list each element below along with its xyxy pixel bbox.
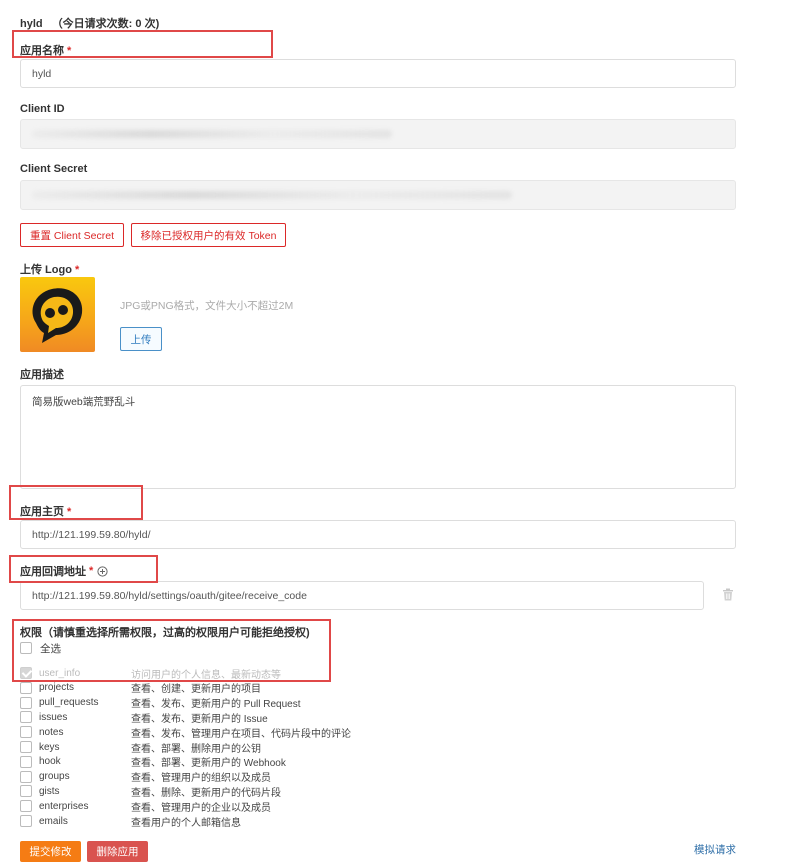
logo-label: 上传 Logo * xyxy=(20,261,79,277)
scope-row[interactable]: keys 查看、部署、删除用户的公钥 xyxy=(20,740,400,755)
app-name-label: 应用名称 * xyxy=(20,42,71,58)
scope-checkbox[interactable] xyxy=(20,770,32,783)
scope-row[interactable]: gists 查看、删除、更新用户的代码片段 xyxy=(20,784,400,799)
app-name-input[interactable]: hyld xyxy=(20,59,736,88)
scope-checkbox[interactable] xyxy=(20,815,32,827)
scope-description: 访问用户的个人信息、最新动态等 xyxy=(131,669,281,681)
scope-description: 查看、创建、更新用户的项目 xyxy=(131,684,261,696)
callback-label: 应用回调地址 * xyxy=(20,563,108,579)
reset-client-secret-button[interactable]: 重置 Client Secret xyxy=(20,223,124,247)
permissions-label: 权限（请慎重选择所需权限，过高的权限用户可能拒绝授权) xyxy=(20,627,310,639)
scope-row[interactable]: pull_requests 查看、发布、更新用户的 Pull Request xyxy=(20,696,400,710)
scope-checkbox xyxy=(20,667,32,679)
checkbox[interactable] xyxy=(20,642,32,654)
scope-row[interactable]: issues 查看、发布、更新用户的 Issue xyxy=(20,710,400,725)
circle-plus-icon[interactable] xyxy=(97,565,108,577)
select-all-checkbox[interactable]: 全选 xyxy=(20,641,61,655)
scope-checkbox[interactable] xyxy=(20,755,32,768)
simulate-request-link[interactable]: 模拟请求 xyxy=(694,842,736,857)
delete-app-button[interactable]: 删除应用 xyxy=(87,841,148,862)
homepage-input[interactable]: http://121.199.59.80/hyld/ xyxy=(20,520,736,549)
scope-description: 查看、发布、管理用户在项目、代码片段中的评论 xyxy=(131,728,351,740)
scope-name: issues xyxy=(39,711,68,723)
callback-url-input[interactable]: http://121.199.59.80/hyld/settings/oauth… xyxy=(20,581,704,610)
scope-checkbox[interactable] xyxy=(20,785,32,798)
app-logo xyxy=(20,277,95,352)
scope-checkbox[interactable] xyxy=(20,696,32,709)
scope-description: 查看、管理用户的组织以及成员 xyxy=(131,773,271,785)
callback-url-value: http://121.199.59.80/hyld/settings/oauth… xyxy=(32,589,307,602)
scope-checkbox[interactable] xyxy=(20,681,32,694)
scope-description: 查看、部署、删除用户的公钥 xyxy=(131,743,261,755)
callback-label-text: 应用回调地址 xyxy=(20,566,86,578)
required-mark: * xyxy=(67,45,72,57)
client-secret-field[interactable] xyxy=(20,180,736,210)
logo-label-text: 上传 Logo xyxy=(20,264,72,276)
scope-name: groups xyxy=(39,771,70,783)
app-name-label-text: 应用名称 xyxy=(20,45,64,57)
scope-name: pull_requests xyxy=(39,697,99,709)
homepage-value: http://121.199.59.80/hyld/ xyxy=(32,528,151,541)
app-name-value: hyld xyxy=(32,67,52,80)
client-id-field[interactable] xyxy=(20,119,736,149)
scope-description: 查看、删除、更新用户的代码片段 xyxy=(131,787,281,799)
scope-row[interactable]: hook 查看、部署、更新用户的 Webhook xyxy=(20,755,400,769)
scope-description: 查看、管理用户的企业以及成员 xyxy=(131,802,271,814)
scope-description: 查看、部署、更新用户的 Webhook xyxy=(131,758,286,770)
logo-hint: JPG或PNG格式，文件大小不超过2M xyxy=(120,300,294,312)
scope-checkbox[interactable] xyxy=(20,711,32,724)
scope-row[interactable]: projects 查看、创建、更新用户的项目 xyxy=(20,681,400,695)
scope-checkbox[interactable] xyxy=(20,726,32,739)
description-label: 应用描述 xyxy=(20,369,64,381)
app-title: hyld xyxy=(20,18,43,30)
scope-description: 查看、发布、更新用户的 Issue xyxy=(131,713,268,725)
client-secret-label: Client Secret xyxy=(20,163,88,175)
scope-checkbox[interactable] xyxy=(20,741,32,753)
required-mark: * xyxy=(67,506,72,518)
scope-name: user_info xyxy=(39,667,81,679)
revoke-tokens-button[interactable]: 移除已授权用户的有效 Token xyxy=(131,223,286,247)
trash-icon[interactable] xyxy=(722,588,734,604)
request-count: （今日请求次数: 0 次) xyxy=(51,18,160,30)
scope-description: 查看、发布、更新用户的 Pull Request xyxy=(131,699,301,711)
page-title: hyld （今日请求次数: 0 次) xyxy=(20,15,159,31)
scope-name: keys xyxy=(39,741,60,753)
client-id-label: Client ID xyxy=(20,103,65,115)
required-mark: * xyxy=(74,264,80,276)
description-textarea[interactable]: 简易版web端荒野乱斗 xyxy=(20,385,736,489)
scope-name: hook xyxy=(39,756,61,768)
scope-name: notes xyxy=(39,726,64,738)
scope-name: emails xyxy=(39,815,68,827)
client-secret-redacted xyxy=(32,191,512,199)
scope-row[interactable]: enterprises 查看、管理用户的企业以及成员 xyxy=(20,799,400,814)
select-all-label: 全选 xyxy=(40,642,61,655)
client-id-redacted xyxy=(32,130,392,138)
scope-row[interactable]: notes 查看、发布、管理用户在项目、代码片段中的评论 xyxy=(20,725,400,740)
homepage-label: 应用主页 * xyxy=(20,503,71,519)
scope-name: projects xyxy=(39,682,75,694)
homepage-label-text: 应用主页 xyxy=(20,506,64,518)
scope-description: 查看用户的个人邮箱信息 xyxy=(131,817,241,829)
scope-row[interactable]: groups 查看、管理用户的组织以及成员 xyxy=(20,770,400,784)
required-mark: * xyxy=(89,565,94,577)
scope-row: user_info 访问用户的个人信息、最新动态等 xyxy=(20,666,400,681)
scope-checkbox[interactable] xyxy=(20,800,32,813)
scope-name: enterprises xyxy=(39,800,89,812)
submit-button[interactable]: 提交修改 xyxy=(20,841,81,862)
upload-logo-button[interactable]: 上传 xyxy=(120,327,162,351)
scope-name: gists xyxy=(39,785,60,797)
scope-row[interactable]: emails 查看用户的个人邮箱信息 xyxy=(20,814,400,829)
